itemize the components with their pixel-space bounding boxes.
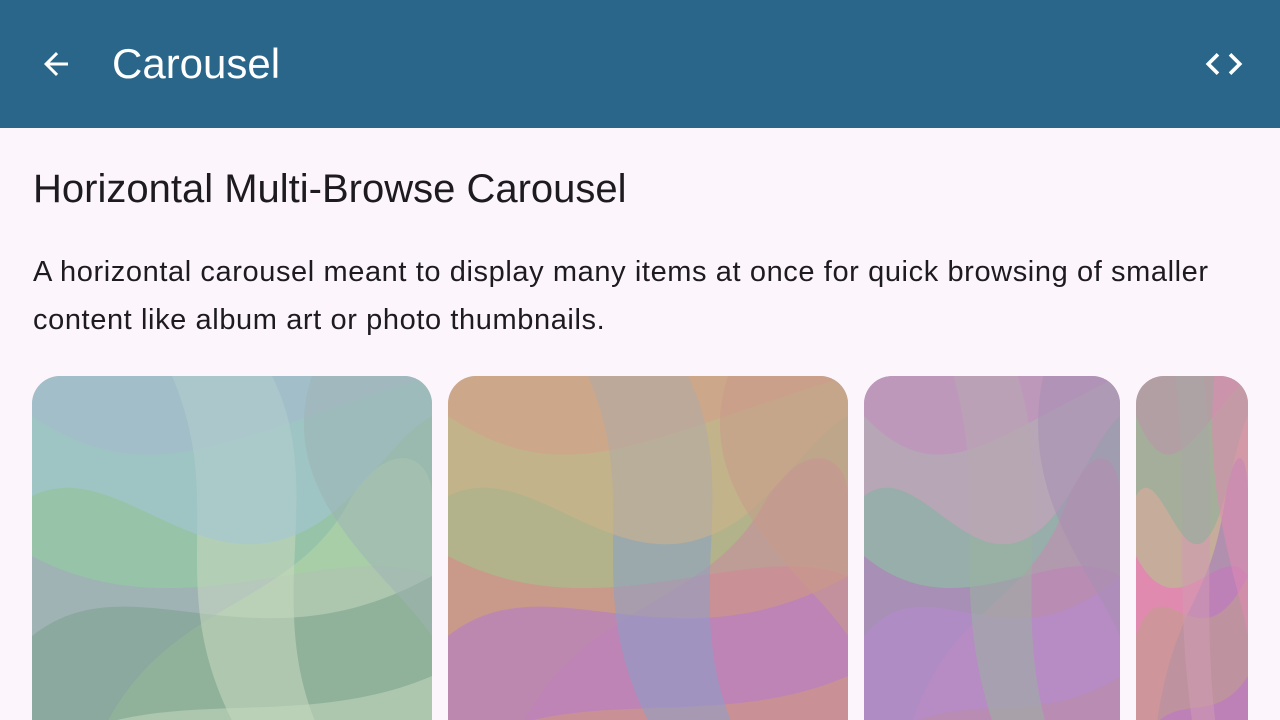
carousel-item-3[interactable] [864,376,1120,720]
section-title: Horizontal Multi-Browse Carousel [33,167,627,211]
section-description: A horizontal carousel meant to display m… [33,256,1209,336]
code-icon [1205,53,1243,75]
carousel-item-2[interactable] [448,376,848,720]
carousel-item-artwork [32,376,432,720]
back-button[interactable] [24,32,88,96]
content-area: Horizontal Multi-Browse Carousel A horiz… [0,128,1280,720]
carousel-item-1[interactable] [32,376,432,720]
carousel-item-artwork [864,376,1120,720]
page-title: Carousel [112,40,281,87]
carousel-item-artwork [1136,376,1248,720]
view-code-button[interactable] [1192,32,1256,96]
arrow-back-icon [44,52,68,76]
top-app-bar: Carousel [0,0,1280,128]
horizontal-carousel[interactable] [32,376,1248,720]
carousel-item-4[interactable] [1136,376,1248,720]
carousel-item-artwork [448,376,848,720]
